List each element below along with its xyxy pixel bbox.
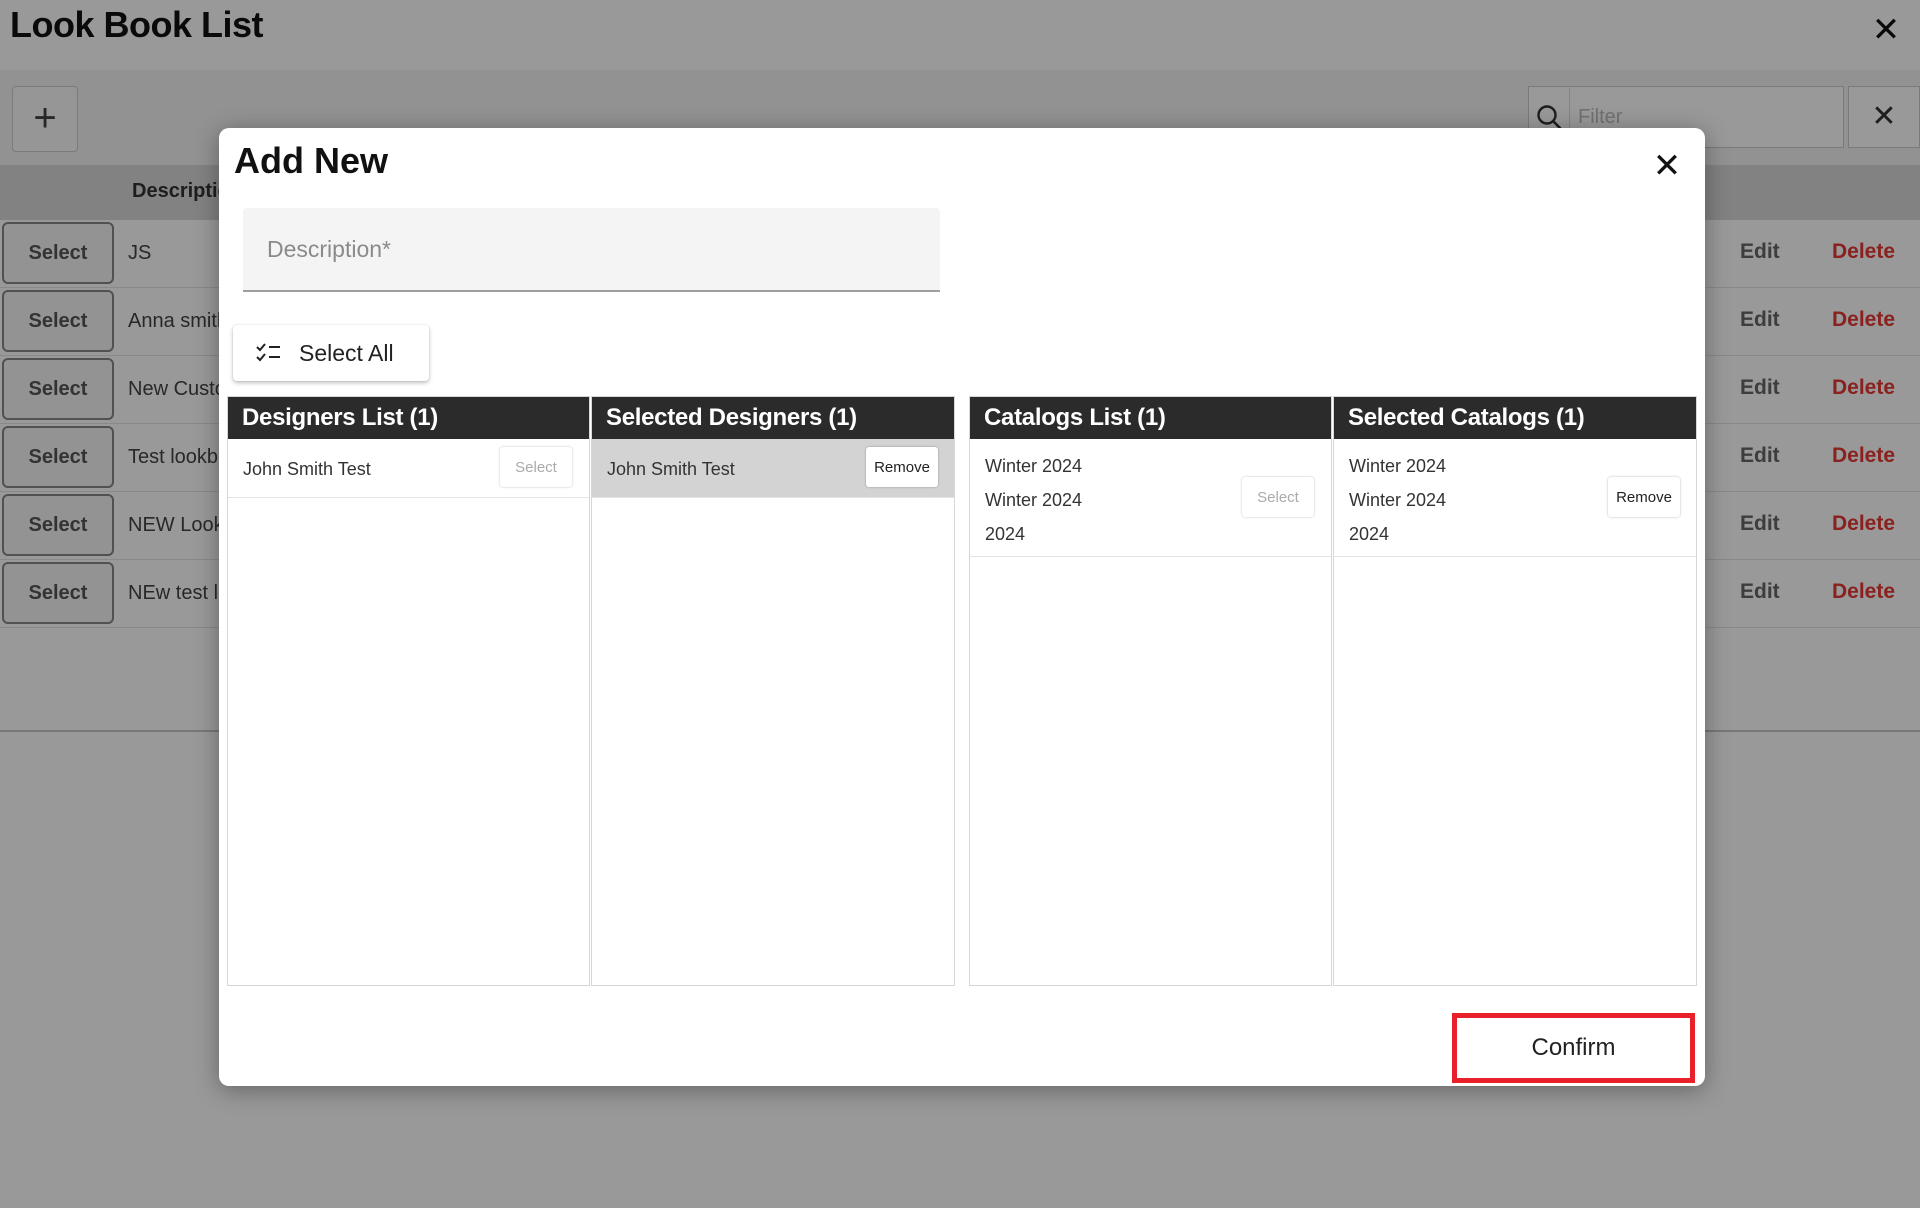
- selected-designers-panel: Selected Designers (1) John Smith Test R…: [591, 396, 955, 986]
- list-item: John Smith Test Remove: [592, 439, 954, 498]
- designer-name: John Smith Test: [607, 459, 735, 479]
- designer-name: John Smith Test: [243, 459, 371, 479]
- selected-designers-header: Selected Designers (1): [592, 397, 954, 439]
- selected-catalogs-header: Selected Catalogs (1): [1334, 397, 1696, 439]
- checklist-icon: [256, 343, 280, 362]
- description-input[interactable]: [243, 208, 940, 290]
- add-new-modal: Add New ✕ Select All Designers List (1) …: [219, 128, 1705, 1086]
- description-field: [243, 208, 940, 292]
- remove-designer-button[interactable]: Remove: [866, 447, 938, 487]
- modal-close-icon[interactable]: ✕: [1647, 146, 1687, 186]
- catalogs-list-panel: Catalogs List (1) Winter 2024 Winter 202…: [969, 396, 1332, 986]
- catalogs-list-header: Catalogs List (1): [970, 397, 1331, 439]
- select-all-label: Select All: [299, 339, 394, 366]
- remove-catalog-button[interactable]: Remove: [1608, 477, 1680, 517]
- catalog-name: Winter 2024 Winter 2024 2024: [1349, 456, 1447, 544]
- confirm-button[interactable]: Confirm: [1457, 1018, 1690, 1078]
- designers-list-panel: Designers List (1) John Smith Test Selec…: [227, 396, 590, 986]
- confirm-highlight-box: Confirm: [1452, 1013, 1695, 1083]
- list-item: Winter 2024 Winter 2024 2024 Remove: [1334, 439, 1696, 557]
- catalog-name: Winter 2024 Winter 2024 2024: [985, 456, 1083, 544]
- select-all-button[interactable]: Select All: [233, 325, 429, 381]
- list-item: Winter 2024 Winter 2024 2024 Select: [970, 439, 1331, 557]
- select-catalog-button[interactable]: Select: [1242, 477, 1314, 517]
- list-item: John Smith Test Select: [228, 439, 589, 498]
- designers-list-header: Designers List (1): [228, 397, 589, 439]
- modal-title: Add New: [234, 140, 389, 181]
- selected-catalogs-panel: Selected Catalogs (1) Winter 2024 Winter…: [1333, 396, 1697, 986]
- select-designer-button[interactable]: Select: [500, 447, 572, 487]
